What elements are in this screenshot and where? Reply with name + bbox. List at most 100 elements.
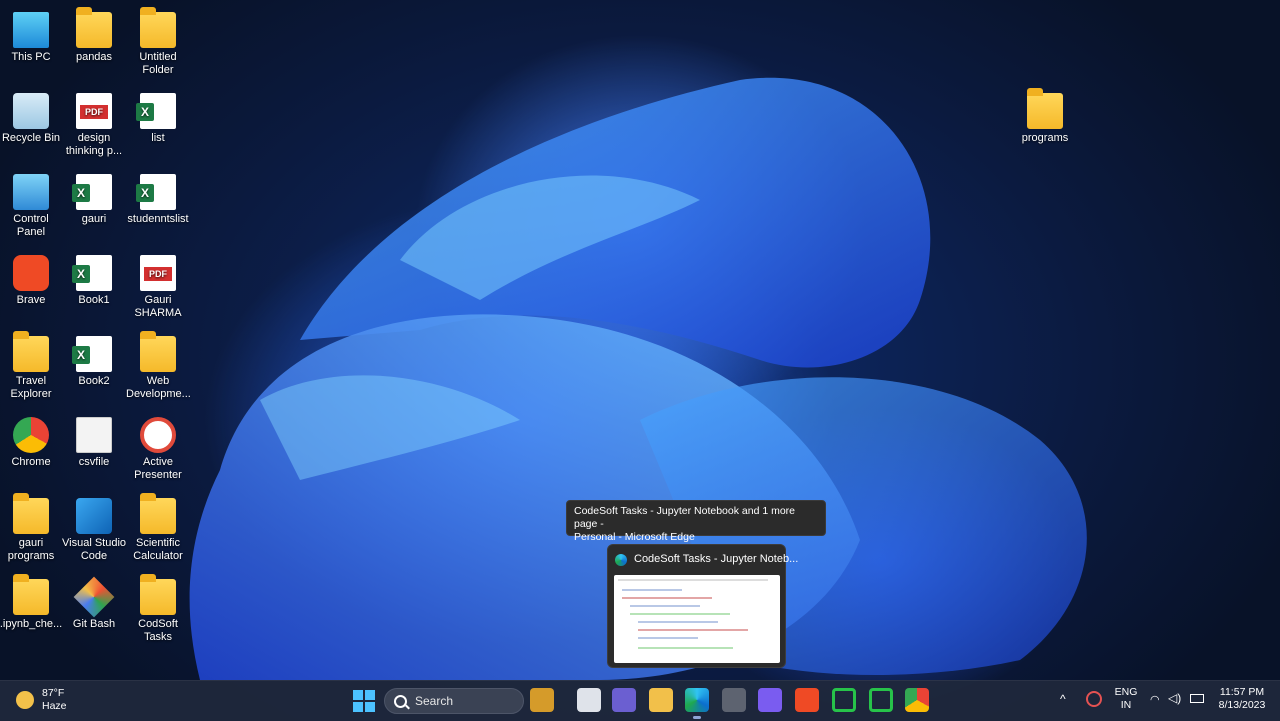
- excel-icon: [136, 174, 176, 210]
- desktop-icon-label: list: [151, 132, 165, 144]
- desktop-icon[interactable]: Chrome: [0, 411, 63, 469]
- progress-app-icon[interactable]: [832, 688, 856, 712]
- edge-icon[interactable]: [685, 688, 709, 712]
- text-file-icon: [76, 417, 112, 453]
- desktop-icon[interactable]: Visual Studio Code: [62, 492, 126, 563]
- desktop-icon[interactable]: CodSoft Tasks: [126, 573, 190, 644]
- weather-temp: 87°F: [42, 687, 65, 699]
- edge-icon: [615, 554, 627, 566]
- desktop-icon-label: Active Presenter: [134, 456, 182, 481]
- desktop-icon[interactable]: Gauri SHARMA: [126, 249, 190, 320]
- folder-icon: [13, 574, 49, 615]
- desktop-icon[interactable]: Git Bash: [62, 573, 126, 631]
- folder-icon: [140, 7, 176, 48]
- desktop-icon-label: Book1: [78, 294, 110, 306]
- desktop-icon[interactable]: Book1: [62, 249, 126, 307]
- preview-title: CodeSoft Tasks - Jupyter Noteb...: [634, 553, 799, 565]
- control-panel-icon: [13, 174, 49, 210]
- pdf-icon: [76, 93, 112, 129]
- folder-icon: [13, 331, 49, 372]
- progress-app-icon[interactable]: [869, 688, 893, 712]
- desktop-icon[interactable]: Web Developme...: [126, 330, 191, 401]
- desktop-icon[interactable]: programs: [1013, 87, 1077, 145]
- desktop-icon[interactable]: gauri programs: [0, 492, 63, 563]
- clock-date: 8/13/2023: [1218, 699, 1266, 711]
- desktop-icon[interactable]: .ipynb_che...: [0, 573, 63, 631]
- folder-icon: [1027, 88, 1063, 129]
- desktop-icon-label: Visual Studio Code: [62, 537, 127, 562]
- app-icon[interactable]: [722, 688, 746, 712]
- desktop-icon-label: Control Panel: [13, 213, 49, 238]
- start-button[interactable]: [352, 689, 376, 713]
- brave-icon[interactable]: [795, 688, 819, 712]
- desktop-icon[interactable]: Control Panel: [0, 168, 63, 239]
- vscode-icon: [76, 498, 112, 534]
- folder-icon: [76, 7, 112, 48]
- taskbar-search[interactable]: Search: [384, 688, 524, 714]
- wifi-icon[interactable]: ◠: [1150, 694, 1160, 707]
- folder-icon: [140, 331, 176, 372]
- folder-icon: [140, 574, 176, 615]
- preview-thumbnail: [614, 575, 780, 663]
- widgets-icon[interactable]: [530, 688, 554, 712]
- chevron-up-icon[interactable]: ^: [1060, 693, 1066, 706]
- folder-icon: [13, 493, 49, 534]
- chrome-icon: [13, 417, 49, 453]
- excel-icon: [72, 174, 112, 210]
- desktop-icon-label: Book2: [78, 375, 110, 387]
- desktop-icon-label: Untitled Folder: [139, 51, 177, 76]
- search-icon: [394, 695, 407, 708]
- desktop-icon-label: Web Developme...: [126, 375, 191, 400]
- task-view-icon[interactable]: [577, 688, 601, 712]
- sync-icon[interactable]: [1086, 691, 1102, 707]
- desktop-icon[interactable]: pandas: [62, 6, 126, 64]
- desktop-icon[interactable]: gauri: [62, 168, 126, 226]
- teams-icon[interactable]: [612, 688, 636, 712]
- desktop-icon-label: studenntslist: [127, 213, 189, 225]
- haze-sun-icon: [16, 691, 34, 709]
- excel-icon: [136, 93, 176, 129]
- desktop-icon-label: gauri: [81, 213, 107, 225]
- language-indicator[interactable]: ENG IN: [1112, 686, 1140, 712]
- desktop-icon-label: Chrome: [11, 456, 51, 468]
- monitor-icon: [13, 12, 49, 48]
- desktop-icon[interactable]: design thinking p...: [62, 87, 126, 158]
- volume-icon[interactable]: ◁): [1168, 692, 1181, 705]
- desktop-icon-label: Travel Explorer: [10, 375, 52, 400]
- desktop-icon[interactable]: Untitled Folder: [126, 6, 190, 77]
- desktop-icon[interactable]: Brave: [0, 249, 63, 307]
- desktop-icon[interactable]: This PC: [0, 6, 63, 64]
- desktop-icon[interactable]: csvfile: [62, 411, 126, 469]
- desktop-icon[interactable]: Scientific Calculator: [126, 492, 190, 563]
- desktop-icon-label: CodSoft Tasks: [138, 618, 178, 643]
- file-explorer-icon[interactable]: [649, 688, 673, 712]
- desktop-icon[interactable]: Recycle Bin: [0, 87, 63, 145]
- active-presenter-icon: [140, 417, 176, 453]
- desktop-icon[interactable]: Book2: [62, 330, 126, 388]
- lang-line-2: IN: [1120, 699, 1132, 711]
- chrome-icon[interactable]: [905, 688, 929, 712]
- battery-icon[interactable]: [1190, 694, 1204, 703]
- git-bash-icon: [73, 576, 115, 618]
- desktop-icon[interactable]: list: [126, 87, 190, 145]
- tooltip-line-1: CodeSoft Tasks - Jupyter Notebook and 1 …: [574, 505, 796, 530]
- desktop-icon-label: programs: [1021, 132, 1069, 144]
- desktop-icon-label: csvfile: [78, 456, 110, 468]
- desktop-icon-label: Recycle Bin: [1, 132, 61, 144]
- desktop-icon[interactable]: Active Presenter: [126, 411, 190, 482]
- visual-studio-icon[interactable]: [758, 688, 782, 712]
- desktop-icon-label: pandas: [75, 51, 113, 63]
- taskbar-tooltip: CodeSoft Tasks - Jupyter Notebook and 1 …: [566, 500, 826, 543]
- weather-desc: Haze: [42, 700, 67, 712]
- desktop-icon[interactable]: studenntslist: [126, 168, 190, 226]
- edge-window-preview[interactable]: CodeSoft Tasks - Jupyter Noteb...: [607, 544, 798, 668]
- desktop-icon-label: Gauri SHARMA: [134, 294, 182, 319]
- excel-icon: [72, 336, 112, 372]
- desktop-icon-label: Scientific Calculator: [133, 537, 183, 562]
- clock-time: 11:57 PM: [1219, 686, 1265, 698]
- folder-icon: [140, 493, 176, 534]
- desktop-icon-label: Brave: [16, 294, 46, 306]
- desktop-icon-label: design thinking p...: [65, 132, 123, 157]
- clock[interactable]: 11:57 PM 8/13/2023: [1214, 686, 1270, 712]
- desktop-icon[interactable]: Travel Explorer: [0, 330, 63, 401]
